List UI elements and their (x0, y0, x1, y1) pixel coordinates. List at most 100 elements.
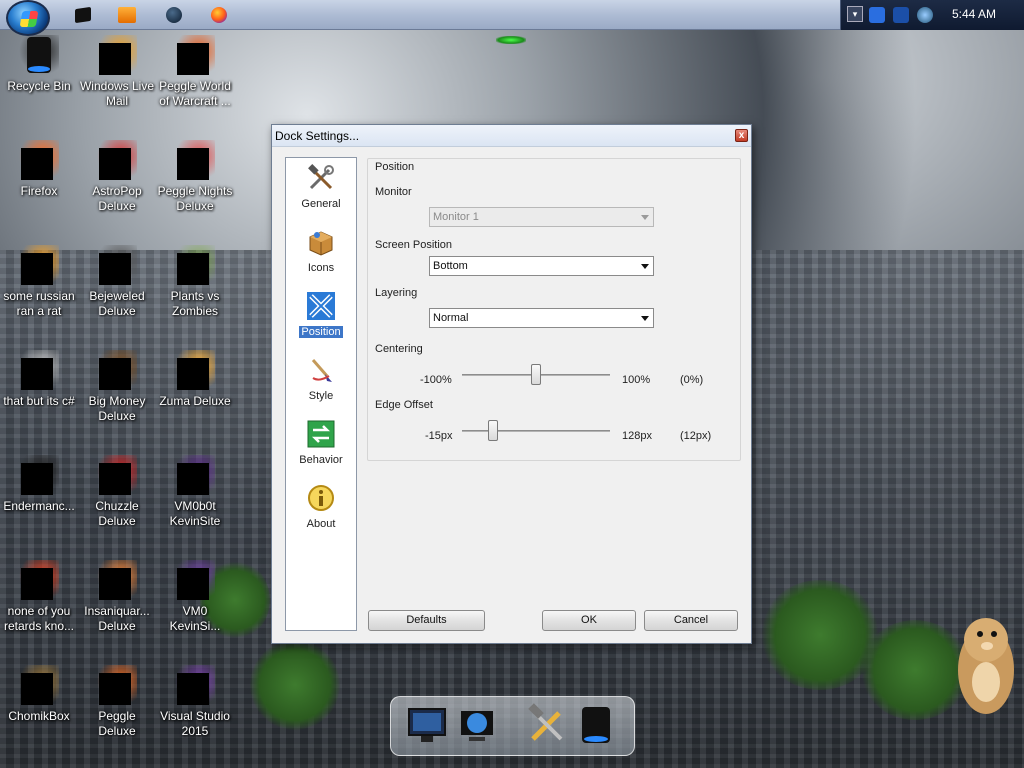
desktop-icon-label: Firefox (20, 184, 58, 198)
sidebar-item-general[interactable]: General (286, 164, 356, 210)
dialog-titlebar[interactable]: Dock Settings... x (272, 125, 751, 147)
media-player-icon[interactable] (117, 5, 137, 25)
globe-icon[interactable] (164, 5, 184, 25)
volume-icon[interactable] (917, 7, 933, 23)
clock[interactable]: 5:44 AM (952, 7, 996, 21)
desktop-icon-visual-studio-2015[interactable]: Visual Studio 2015 (156, 665, 234, 739)
desktop-icon-peggle-deluxe[interactable]: Peggle Deluxe (78, 665, 156, 739)
cancel-button[interactable]: Cancel (644, 610, 738, 631)
dock-computer-icon[interactable] (455, 703, 499, 747)
desktop-icon-vm0b0t-kevin-site[interactable]: VM0b0t KevinSite (156, 455, 234, 529)
desktop-icon-label: that but its c# (3, 394, 75, 408)
desktop-icon-firefox[interactable]: Firefox (0, 140, 78, 199)
move-arrows-icon (307, 292, 335, 320)
close-button[interactable]: x (735, 129, 748, 142)
desktop-icon-vm0-kevinsi[interactable]: VM0 KevinSi... (156, 560, 234, 634)
desktop-icon-big-money-deluxe[interactable]: Big Money Deluxe (78, 350, 156, 424)
desktop-icon-that-but-its-c[interactable]: that but its c# (0, 350, 78, 409)
windows-logo-icon (19, 11, 39, 27)
chevron-down-icon (641, 215, 649, 220)
desktop-icon-plants-vs-zombies[interactable]: Plants vs Zombies (156, 245, 234, 319)
sidebar-item-position[interactable]: Position (286, 292, 356, 338)
show-hidden-icons-icon[interactable]: ▾ (847, 6, 863, 22)
desktop-icon-peggle-world-of-warcraft[interactable]: Peggle World of Warcraft ... (156, 35, 234, 109)
desktop-icon-label: Peggle Deluxe (98, 709, 136, 738)
redacted-block (177, 463, 209, 495)
redacted-block (99, 43, 131, 75)
recycle-bin-icon (19, 35, 59, 75)
desktop-icon-insaniquarium-deluxe[interactable]: Insaniquar... Deluxe (78, 560, 156, 634)
chomikbox-icon (19, 665, 59, 705)
sidebar-item-icons[interactable]: Icons (286, 228, 356, 274)
dock-tools-icon[interactable] (525, 703, 569, 747)
desktop-icon-chomikbox[interactable]: ChomikBox (0, 665, 78, 724)
desktop-icon-label: Bejeweled Deluxe (89, 289, 145, 318)
chevron-down-icon (641, 264, 649, 269)
redacted-block (21, 673, 53, 705)
edge-offset-value: (12px) (680, 430, 712, 442)
desktop-icon-label: Insaniquar... Deluxe (84, 604, 150, 633)
vm0b0t-kevin-site-icon (175, 455, 215, 495)
app-dark-icon[interactable] (72, 5, 92, 25)
windows-live-mail-icon (97, 35, 137, 75)
redacted-block (21, 463, 53, 495)
desktop-icon-some-russian[interactable]: some russian ran a rat (0, 245, 78, 319)
visual-studio-2015-icon (175, 665, 215, 705)
edge-offset-slider-thumb[interactable] (488, 420, 499, 441)
network-icon[interactable] (869, 7, 885, 23)
screen-position-label: Screen Position (375, 239, 453, 251)
monitor-tray-icon[interactable] (893, 7, 909, 23)
sidebar-item-behavior[interactable]: Behavior (286, 420, 356, 466)
desktop-icon-none-of-you[interactable]: none of you retards kno... (0, 560, 78, 634)
layering-label: Layering (375, 287, 418, 299)
desktop-icon-endermanc[interactable]: Endermanc... (0, 455, 78, 514)
redacted-block (21, 148, 53, 180)
desktop-icon-zuma-deluxe[interactable]: Zuma Deluxe (156, 350, 234, 409)
centering-slider-thumb[interactable] (531, 364, 541, 385)
chevron-down-icon (641, 316, 649, 321)
zuma-deluxe-icon (175, 350, 215, 390)
sidebar-item-about[interactable]: About (286, 484, 356, 530)
redacted-block (21, 568, 53, 600)
desktop-icon-label: VM0b0t KevinSite (169, 499, 221, 528)
desktop-icon-chuzzle-deluxe[interactable]: Chuzzle Deluxe (78, 455, 156, 529)
monitor-select[interactable]: Monitor 1 (429, 207, 654, 227)
dock-settings-dialog: Dock Settings... x General Icons Positio… (271, 124, 752, 644)
defaults-button[interactable]: Defaults (368, 610, 485, 631)
desktop-icon-label: Windows Live Mail (79, 79, 155, 108)
screen-position-value: Bottom (433, 260, 468, 272)
desktop-icon-label: Endermanc... (3, 499, 75, 513)
sidebar-item-label: Behavior (299, 454, 343, 466)
taskbar: ▾ 5:44 AM (0, 0, 1024, 36)
centering-max: 100% (622, 374, 651, 386)
desktop-icon-bejeweled-deluxe[interactable]: Bejeweled Deluxe (78, 245, 156, 319)
desktop-icon-recycle-bin[interactable]: Recycle Bin (0, 35, 78, 94)
edge-offset-slider-track[interactable] (462, 430, 610, 432)
desktop-icon-astropop-deluxe[interactable]: AstroPop Deluxe (78, 140, 156, 214)
monitor-select-value: Monitor 1 (433, 211, 479, 223)
start-button[interactable] (6, 0, 50, 36)
sidebar-item-style[interactable]: Style (286, 356, 356, 402)
desktop-icon-peggle-nights-deluxe[interactable]: Peggle Nights Deluxe (156, 140, 234, 214)
firefox-icon[interactable] (209, 5, 229, 25)
sidebar-item-label: General (301, 198, 341, 210)
hamster-gadget[interactable] (950, 600, 1018, 720)
layering-select[interactable]: Normal (429, 308, 654, 328)
redacted-block (99, 463, 131, 495)
screen-position-select[interactable]: Bottom (429, 256, 654, 276)
sidebar-item-label: Position (299, 326, 343, 338)
redacted-block (21, 253, 53, 285)
monitor-label: Monitor (375, 186, 412, 198)
plants-vs-zombies-icon (175, 245, 215, 285)
redacted-block (177, 358, 209, 390)
dock-monitor-icon[interactable] (405, 703, 449, 747)
desktop-icon-windows-live-mail[interactable]: Windows Live Mail (78, 35, 156, 109)
ok-button[interactable]: OK (542, 610, 636, 631)
desktop-icon-label: Chuzzle Deluxe (95, 499, 139, 528)
dock-recycle-bin-icon[interactable] (574, 703, 618, 747)
some-russian-icon (19, 245, 59, 285)
peggle-world-of-warcraft-icon (175, 35, 215, 75)
redacted-block (99, 568, 131, 600)
desktop-icon-label: Peggle World of Warcraft ... (159, 79, 231, 108)
sidebar-item-label: Style (308, 390, 334, 402)
